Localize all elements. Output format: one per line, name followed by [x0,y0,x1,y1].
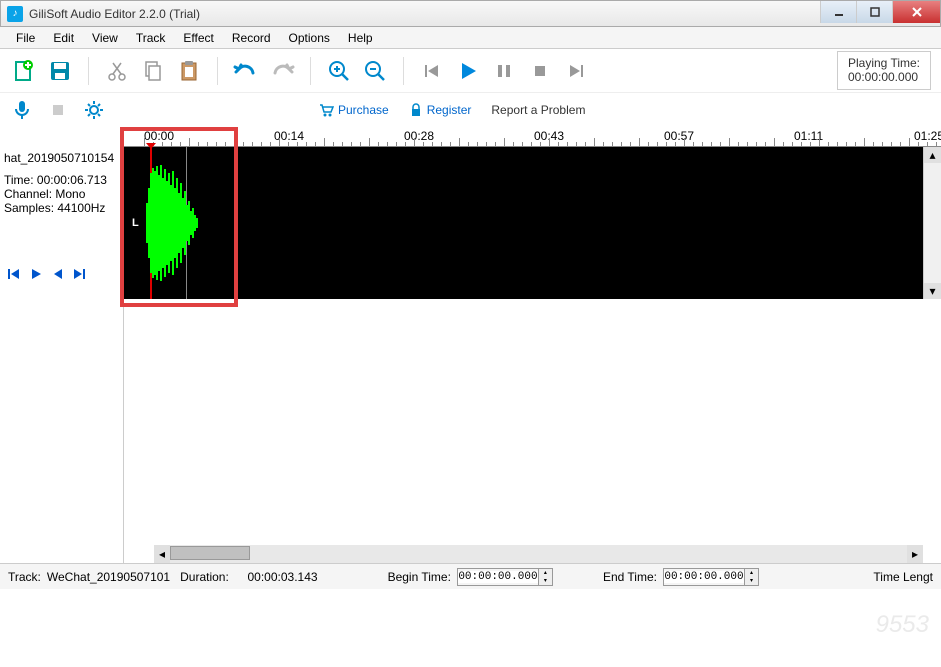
end-time-input[interactable]: ▴▾ [663,568,759,586]
horizontal-scrollbar[interactable]: ◂ ▸ [154,545,923,563]
record-mic-button[interactable] [10,98,34,122]
register-link[interactable]: Register [409,103,472,117]
menu-edit[interactable]: Edit [45,29,82,47]
new-button[interactable] [10,57,38,85]
menu-effect[interactable]: Effect [175,29,221,47]
zoom-out-button[interactable] [361,57,389,85]
status-bar: Track: WeChat_20190507101 Duration: 00:0… [0,563,941,589]
skip-next-button[interactable] [562,57,590,85]
window-title: GiliSoft Audio Editor 2.2.0 (Trial) [29,7,820,21]
vertical-scrollbar[interactable]: ▴ ▾ [923,147,941,299]
menu-track[interactable]: Track [128,29,174,47]
time-ruler[interactable]: 00:00 00:14 00:28 00:43 00:57 01:11 01:2… [124,127,941,147]
status-track-name: WeChat_20190507101 [47,570,170,584]
stop-record-button[interactable] [46,98,70,122]
menu-record[interactable]: Record [224,29,279,47]
scroll-right-arrow[interactable]: ▸ [907,545,923,563]
track-info-panel: hat_2019050710154 Time: 00:00:06.713 Cha… [0,147,124,563]
undo-button[interactable] [232,57,260,85]
begin-spin-up[interactable]: ▴ [538,569,552,577]
zoom-in-button[interactable] [325,57,353,85]
cart-icon [318,103,334,117]
close-button[interactable] [892,1,940,23]
app-logo-icon: ♪ [7,6,23,22]
save-button[interactable] [46,57,74,85]
secondary-toolbar: Purchase Register Report a Problem [0,93,941,127]
cut-button[interactable] [103,57,131,85]
report-problem-link[interactable]: Report a Problem [491,103,585,117]
copy-button[interactable] [139,57,167,85]
purchase-link[interactable]: Purchase [318,103,389,117]
waveform-area[interactable]: L ▴ ▾ ◂ [124,147,941,563]
audio-waveform [146,163,198,283]
lock-icon [409,103,423,117]
main-toolbar: Playing Time: 00:00:00.000 [0,49,941,93]
scroll-left-arrow[interactable]: ◂ [154,545,170,563]
nav-play[interactable] [26,265,46,283]
end-spin-up[interactable]: ▴ [744,569,758,577]
channel-left-label: L [132,217,139,229]
nav-back[interactable] [48,265,68,283]
scroll-up-arrow[interactable]: ▴ [924,147,941,163]
menu-bar: File Edit View Track Effect Record Optio… [0,27,941,49]
nav-skip-fwd[interactable] [70,265,90,283]
nav-skip-back[interactable] [4,265,24,283]
begin-time-input[interactable]: ▴▾ [457,568,553,586]
track-filename: hat_2019050710154 [4,151,119,165]
menu-help[interactable]: Help [340,29,381,47]
status-duration: 00:00:03.143 [247,570,317,584]
minimize-button[interactable] [820,1,856,23]
menu-options[interactable]: Options [281,29,338,47]
playing-time-display: Playing Time: 00:00:00.000 [837,51,931,90]
scroll-down-arrow[interactable]: ▾ [924,283,941,299]
begin-spin-down[interactable]: ▾ [538,577,552,585]
stop-button[interactable] [526,57,554,85]
paste-button[interactable] [175,57,203,85]
skip-prev-button[interactable] [418,57,446,85]
settings-gear-button[interactable] [82,98,106,122]
pause-button[interactable] [490,57,518,85]
maximize-button[interactable] [856,1,892,23]
redo-button[interactable] [268,57,296,85]
watermark: 9553 [876,611,929,639]
scroll-thumb[interactable] [170,546,250,560]
menu-file[interactable]: File [8,29,43,47]
waveform-canvas[interactable]: L [124,147,923,299]
play-button[interactable] [454,57,482,85]
end-spin-down[interactable]: ▾ [744,577,758,585]
menu-view[interactable]: View [84,29,126,47]
